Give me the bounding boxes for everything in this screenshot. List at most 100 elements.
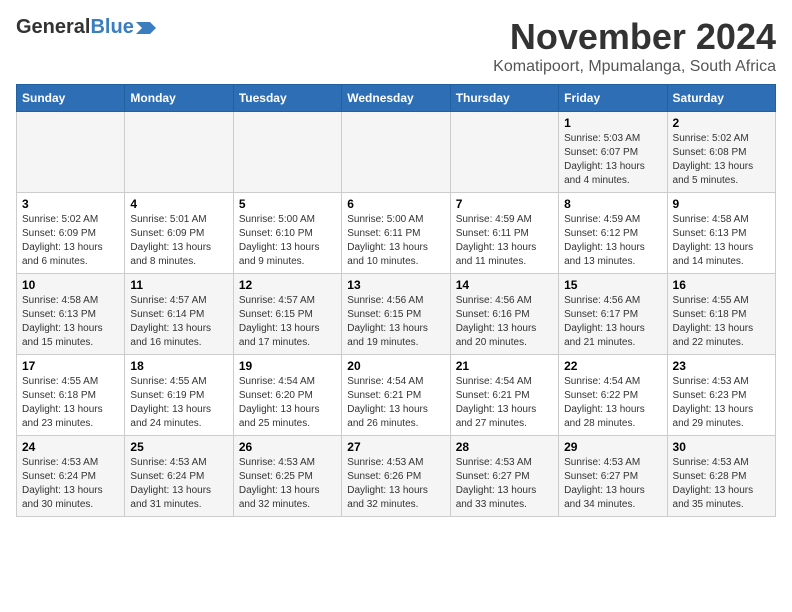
- logo: General Blue: [16, 16, 156, 39]
- day-number: 5: [239, 197, 336, 211]
- day-number: 13: [347, 278, 444, 292]
- day-detail: Sunrise: 4:55 AM Sunset: 6:18 PM Dayligh…: [22, 375, 119, 431]
- day-detail: Sunrise: 4:59 AM Sunset: 6:11 PM Dayligh…: [456, 213, 553, 269]
- day-detail: Sunrise: 4:53 AM Sunset: 6:27 PM Dayligh…: [456, 456, 553, 512]
- calendar-day-header: Thursday: [450, 85, 558, 112]
- month-title: November 2024: [493, 16, 776, 58]
- day-number: 19: [239, 359, 336, 373]
- day-number: 11: [130, 278, 227, 292]
- page-header: General Blue November 2024 Komatipoort, …: [16, 16, 776, 76]
- calendar-day-cell: 20 Sunrise: 4:54 AM Sunset: 6:21 PM Dayli…: [342, 355, 450, 436]
- calendar-day-cell: 3 Sunrise: 5:02 AM Sunset: 6:09 PM Daylig…: [17, 193, 125, 274]
- day-detail: Sunrise: 4:53 AM Sunset: 6:24 PM Dayligh…: [130, 456, 227, 512]
- day-detail: Sunrise: 4:54 AM Sunset: 6:22 PM Dayligh…: [564, 375, 661, 431]
- day-number: 20: [347, 359, 444, 373]
- day-number: 6: [347, 197, 444, 211]
- day-number: 22: [564, 359, 661, 373]
- calendar-day-cell: 21 Sunrise: 4:54 AM Sunset: 6:21 PM Dayli…: [450, 355, 558, 436]
- day-detail: Sunrise: 5:01 AM Sunset: 6:09 PM Dayligh…: [130, 213, 227, 269]
- calendar-day-cell: 28Sunrise: 4:53 AM Sunset: 6:27 PM Dayli…: [450, 436, 558, 517]
- calendar-day-cell: 15 Sunrise: 4:56 AM Sunset: 6:17 PM Dayli…: [559, 274, 667, 355]
- day-number: 3: [22, 197, 119, 211]
- calendar-body: 1 Sunrise: 5:03 AM Sunset: 6:07 PM Daylig…: [17, 112, 776, 517]
- calendar-day-header: Friday: [559, 85, 667, 112]
- day-detail: Sunrise: 5:03 AM Sunset: 6:07 PM Dayligh…: [564, 132, 661, 188]
- day-detail: Sunrise: 4:57 AM Sunset: 6:15 PM Dayligh…: [239, 294, 336, 350]
- calendar-day-cell: 9 Sunrise: 4:58 AM Sunset: 6:13 PM Daylig…: [667, 193, 775, 274]
- calendar-day-cell: [450, 112, 558, 193]
- day-detail: Sunrise: 4:59 AM Sunset: 6:12 PM Dayligh…: [564, 213, 661, 269]
- day-detail: Sunrise: 4:58 AM Sunset: 6:13 PM Dayligh…: [673, 213, 770, 269]
- day-number: 9: [673, 197, 770, 211]
- calendar-day-cell: 8 Sunrise: 4:59 AM Sunset: 6:12 PM Daylig…: [559, 193, 667, 274]
- calendar-table: SundayMondayTuesdayWednesdayThursdayFrid…: [16, 84, 776, 517]
- day-number: 30: [673, 440, 770, 454]
- calendar-day-cell: [125, 112, 233, 193]
- day-number: 10: [22, 278, 119, 292]
- day-detail: Sunrise: 4:56 AM Sunset: 6:15 PM Dayligh…: [347, 294, 444, 350]
- day-detail: Sunrise: 4:58 AM Sunset: 6:13 PM Dayligh…: [22, 294, 119, 350]
- calendar-day-header: Saturday: [667, 85, 775, 112]
- calendar-day-cell: 23 Sunrise: 4:53 AM Sunset: 6:23 PM Dayli…: [667, 355, 775, 436]
- day-number: 18: [130, 359, 227, 373]
- calendar-week-row: 1 Sunrise: 5:03 AM Sunset: 6:07 PM Daylig…: [17, 112, 776, 193]
- day-number: 12: [239, 278, 336, 292]
- calendar-day-cell: 6 Sunrise: 5:00 AM Sunset: 6:11 PM Daylig…: [342, 193, 450, 274]
- day-number: 27: [347, 440, 444, 454]
- calendar-week-row: 24 Sunrise: 4:53 AM Sunset: 6:24 PM Dayli…: [17, 436, 776, 517]
- day-number: 17: [22, 359, 119, 373]
- day-detail: Sunrise: 4:54 AM Sunset: 6:20 PM Dayligh…: [239, 375, 336, 431]
- calendar-week-row: 10 Sunrise: 4:58 AM Sunset: 6:13 PM Dayli…: [17, 274, 776, 355]
- day-number: 7: [456, 197, 553, 211]
- day-detail: Sunrise: 4:53 AM Sunset: 6:25 PM Dayligh…: [239, 456, 336, 512]
- calendar-day-cell: [17, 112, 125, 193]
- day-detail: Sunrise: 5:00 AM Sunset: 6:11 PM Dayligh…: [347, 213, 444, 269]
- calendar-header-row: SundayMondayTuesdayWednesdayThursdayFrid…: [17, 85, 776, 112]
- calendar-day-cell: 26Sunrise: 4:53 AM Sunset: 6:25 PM Dayli…: [233, 436, 341, 517]
- day-detail: Sunrise: 4:54 AM Sunset: 6:21 PM Dayligh…: [347, 375, 444, 431]
- calendar-day-header: Sunday: [17, 85, 125, 112]
- calendar-day-cell: 11 Sunrise: 4:57 AM Sunset: 6:14 PM Dayli…: [125, 274, 233, 355]
- day-number: 21: [456, 359, 553, 373]
- calendar-day-cell: 12 Sunrise: 4:57 AM Sunset: 6:15 PM Dayli…: [233, 274, 341, 355]
- logo-part1: General: [16, 16, 90, 39]
- day-detail: Sunrise: 4:53 AM Sunset: 6:23 PM Dayligh…: [673, 375, 770, 431]
- day-detail: Sunrise: 4:54 AM Sunset: 6:21 PM Dayligh…: [456, 375, 553, 431]
- day-number: 24: [22, 440, 119, 454]
- calendar-day-cell: 16 Sunrise: 4:55 AM Sunset: 6:18 PM Dayli…: [667, 274, 775, 355]
- day-number: 29: [564, 440, 661, 454]
- day-detail: Sunrise: 5:02 AM Sunset: 6:09 PM Dayligh…: [22, 213, 119, 269]
- day-number: 15: [564, 278, 661, 292]
- location-subtitle: Komatipoort, Mpumalanga, South Africa: [493, 58, 776, 76]
- day-detail: Sunrise: 5:02 AM Sunset: 6:08 PM Dayligh…: [673, 132, 770, 188]
- calendar-day-cell: 19 Sunrise: 4:54 AM Sunset: 6:20 PM Dayli…: [233, 355, 341, 436]
- day-number: 14: [456, 278, 553, 292]
- calendar-day-cell: 27Sunrise: 4:53 AM Sunset: 6:26 PM Dayli…: [342, 436, 450, 517]
- day-detail: Sunrise: 4:55 AM Sunset: 6:18 PM Dayligh…: [673, 294, 770, 350]
- day-number: 1: [564, 116, 661, 130]
- calendar-day-cell: 30 Sunrise: 4:53 AM Sunset: 6:28 PM Dayli…: [667, 436, 775, 517]
- day-number: 16: [673, 278, 770, 292]
- logo-part2: Blue: [90, 16, 133, 39]
- calendar-day-cell: 7 Sunrise: 4:59 AM Sunset: 6:11 PM Daylig…: [450, 193, 558, 274]
- calendar-day-cell: 24 Sunrise: 4:53 AM Sunset: 6:24 PM Dayli…: [17, 436, 125, 517]
- calendar-day-header: Tuesday: [233, 85, 341, 112]
- calendar-day-header: Wednesday: [342, 85, 450, 112]
- day-detail: Sunrise: 4:53 AM Sunset: 6:24 PM Dayligh…: [22, 456, 119, 512]
- calendar-day-cell: [342, 112, 450, 193]
- calendar-day-cell: 4 Sunrise: 5:01 AM Sunset: 6:09 PM Daylig…: [125, 193, 233, 274]
- day-detail: Sunrise: 4:53 AM Sunset: 6:27 PM Dayligh…: [564, 456, 661, 512]
- day-number: 23: [673, 359, 770, 373]
- day-detail: Sunrise: 4:53 AM Sunset: 6:28 PM Dayligh…: [673, 456, 770, 512]
- day-number: 25: [130, 440, 227, 454]
- day-number: 8: [564, 197, 661, 211]
- day-number: 4: [130, 197, 227, 211]
- calendar-day-cell: 5Sunrise: 5:00 AM Sunset: 6:10 PM Daylig…: [233, 193, 341, 274]
- calendar-week-row: 17 Sunrise: 4:55 AM Sunset: 6:18 PM Dayli…: [17, 355, 776, 436]
- day-detail: Sunrise: 4:57 AM Sunset: 6:14 PM Dayligh…: [130, 294, 227, 350]
- day-detail: Sunrise: 4:56 AM Sunset: 6:17 PM Dayligh…: [564, 294, 661, 350]
- calendar-week-row: 3 Sunrise: 5:02 AM Sunset: 6:09 PM Daylig…: [17, 193, 776, 274]
- calendar-day-cell: 14Sunrise: 4:56 AM Sunset: 6:16 PM Dayli…: [450, 274, 558, 355]
- calendar-day-cell: 10 Sunrise: 4:58 AM Sunset: 6:13 PM Dayli…: [17, 274, 125, 355]
- calendar-day-cell: 18Sunrise: 4:55 AM Sunset: 6:19 PM Dayli…: [125, 355, 233, 436]
